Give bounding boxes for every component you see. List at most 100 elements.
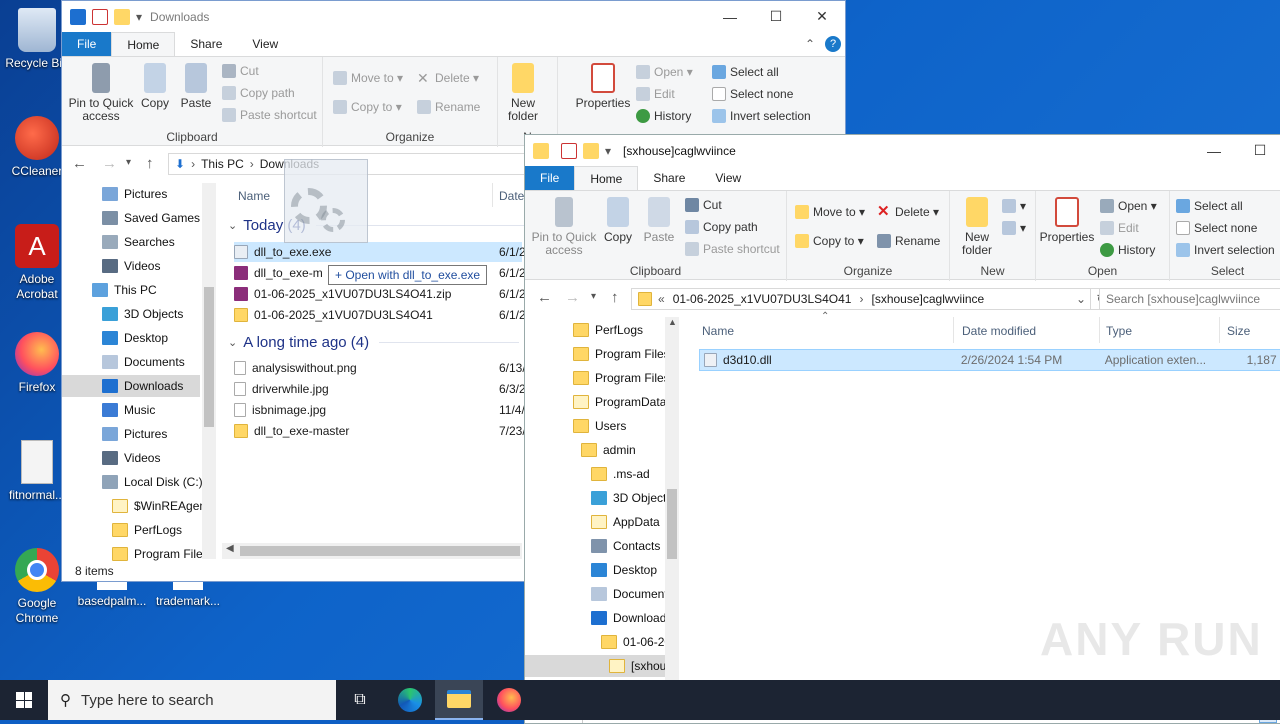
properties-check-icon[interactable] [561,142,577,159]
address-bar[interactable]: « 01-06-2025_x1VU07DU3LS4O41 › [sxhouse]… [631,288,1091,310]
tree-winreagent[interactable]: $WinREAgent [112,495,209,517]
rename-button[interactable]: Rename [417,100,480,114]
copy-to-button[interactable]: Copy to ▾ [795,234,864,248]
tab-share[interactable]: Share [175,32,237,56]
quick-access-down-arrow-icon[interactable] [70,8,86,25]
paste-shortcut-button[interactable]: Paste shortcut [685,242,780,256]
paste-button[interactable]: Paste [178,63,214,110]
file-explorer-taskbar-button[interactable] [435,680,483,720]
tree-this-pc[interactable]: This PC [92,279,157,301]
recent-locations-icon[interactable]: ▾ [591,291,596,302]
help-icon[interactable]: ? [825,36,841,52]
tab-home[interactable]: Home [111,32,176,56]
copy-path-button[interactable]: Copy path [222,86,295,100]
column-date[interactable]: Date [499,189,524,203]
move-to-button[interactable]: Move to ▾ [333,71,403,85]
file-row[interactable]: isbnimage.jpg [234,400,326,420]
up-button[interactable]: ↑ [611,289,619,306]
paste-button[interactable]: Paste [641,197,677,244]
tree-3d-objects[interactable]: 3D Objects [591,487,665,509]
tree-contacts[interactable]: Contacts [591,535,660,557]
firefox-taskbar-button[interactable] [485,680,533,720]
tree-program-files[interactable]: Program Files [112,543,209,561]
column-date-modified[interactable]: Date modified [962,324,1036,338]
copy-button[interactable]: Copy [601,197,635,244]
tree-local-disk[interactable]: Local Disk (C:) [102,471,203,493]
back-button[interactable]: ← [72,155,87,172]
column-type[interactable]: Type [1106,324,1132,338]
minimize-button[interactable]: — [707,1,753,32]
tree-3d-objects[interactable]: 3D Objects [102,303,183,325]
minimize-button[interactable]: — [1191,135,1237,166]
move-to-button[interactable]: Move to ▾ [795,205,865,219]
open-button[interactable]: Open ▾ [636,65,693,79]
tree-documents[interactable]: Documents [591,583,665,605]
taskbar-search-input[interactable]: Type here to search [81,692,214,709]
tree-desktop[interactable]: Desktop [591,559,657,581]
tree-downloads[interactable]: Downloads [62,375,200,397]
cut-button[interactable]: Cut [685,198,722,212]
new-folder-icon[interactable] [583,142,599,159]
up-button[interactable]: ↑ [146,155,154,172]
tree-perflogs[interactable]: PerfLogs [573,319,643,341]
edge-taskbar-button[interactable] [386,680,434,720]
group-today[interactable]: ⌄ Today (4) [228,217,536,234]
tree-users[interactable]: Users [573,415,626,437]
new-folder-button[interactable]: New folder [954,197,1000,257]
select-none-button[interactable]: Select none [712,87,793,101]
column-name[interactable]: Name [702,324,734,338]
tab-home[interactable]: Home [574,166,639,190]
file-row[interactable]: dll_to_exe-master [234,421,349,441]
pin-quick-access-button[interactable]: Pin to Quick access [529,197,599,257]
tree-perflogs[interactable]: PerfLogs [112,519,182,541]
search-box[interactable]: Search [sxhouse]caglwviince [1099,288,1280,310]
tab-share[interactable]: Share [638,166,700,190]
qa-dropdown-icon[interactable]: ▾ [605,144,611,158]
invert-selection-button[interactable]: Invert selection [712,109,811,123]
delete-button[interactable]: ✕ Delete ▾ [877,204,939,219]
tree-pictures[interactable]: Pictures [102,183,167,205]
file-row[interactable]: 01-06-2025_x1VU07DU3LS4O41 [234,305,433,325]
forward-button[interactable]: → [565,289,580,306]
tab-file[interactable]: File [62,32,112,56]
taskbar-search-box[interactable]: ⚲ Type here to search [48,680,336,720]
easy-access-button[interactable]: ▾ [1002,221,1026,235]
copy-button[interactable]: Copy [138,63,172,110]
breadcrumb-parent[interactable]: 01-06-2025_x1VU07DU3LS4O41 [673,292,852,306]
basedpalm-shortcut[interactable]: basedpalm... [74,580,150,609]
search-input[interactable]: Search [sxhouse]caglwviince [1106,292,1260,306]
column-name[interactable]: Name [238,189,270,203]
new-folder-button[interactable]: New folder [498,63,548,123]
tab-file[interactable]: File [525,166,575,190]
properties-button[interactable]: Properties [572,63,634,110]
tree-pictures-2[interactable]: Pictures [102,423,167,445]
recent-locations-icon[interactable]: ▾ [126,157,131,168]
tree-programdata[interactable]: ProgramData [573,391,665,413]
tree-videos[interactable]: Videos [102,255,160,277]
maximize-button[interactable]: ☐ [1237,135,1280,166]
invert-selection-button[interactable]: Invert selection [1176,243,1275,257]
file-row[interactable]: dll_to_exe.exe [234,242,522,262]
file-row[interactable]: d3d10.dll 2/26/2024 1:54 PM Application … [699,349,1280,371]
tree-01-06-2025[interactable]: 01-06-20 [601,631,665,653]
start-button[interactable] [0,680,48,720]
properties-button[interactable]: Properties [1036,197,1098,244]
tab-view[interactable]: View [237,32,293,56]
tree-appdata[interactable]: AppData [591,511,660,533]
file-list-hscrollbar[interactable]: ◀ [222,543,522,559]
rename-button[interactable]: Rename [877,234,940,248]
tree-admin[interactable]: admin [581,439,636,461]
pin-quick-access-button[interactable]: Pin to Quick access [66,63,136,123]
qa-dropdown-icon[interactable]: ▾ [136,10,142,24]
tree-searches[interactable]: Searches [102,231,175,253]
paste-shortcut-button[interactable]: Paste shortcut [222,108,317,122]
tree-scrollbar[interactable] [202,183,216,559]
open-button[interactable]: Open ▾ [1100,199,1157,213]
history-button[interactable]: History [636,109,691,123]
tree-ms-ad[interactable]: .ms-ad [591,463,650,485]
select-all-button[interactable]: Select all [712,65,779,79]
column-size[interactable]: Size [1227,324,1250,338]
tree-program-files[interactable]: Program Files [573,343,665,365]
file-row[interactable]: driverwhile.jpg [234,379,329,399]
edit-button[interactable]: Edit [1100,221,1139,235]
